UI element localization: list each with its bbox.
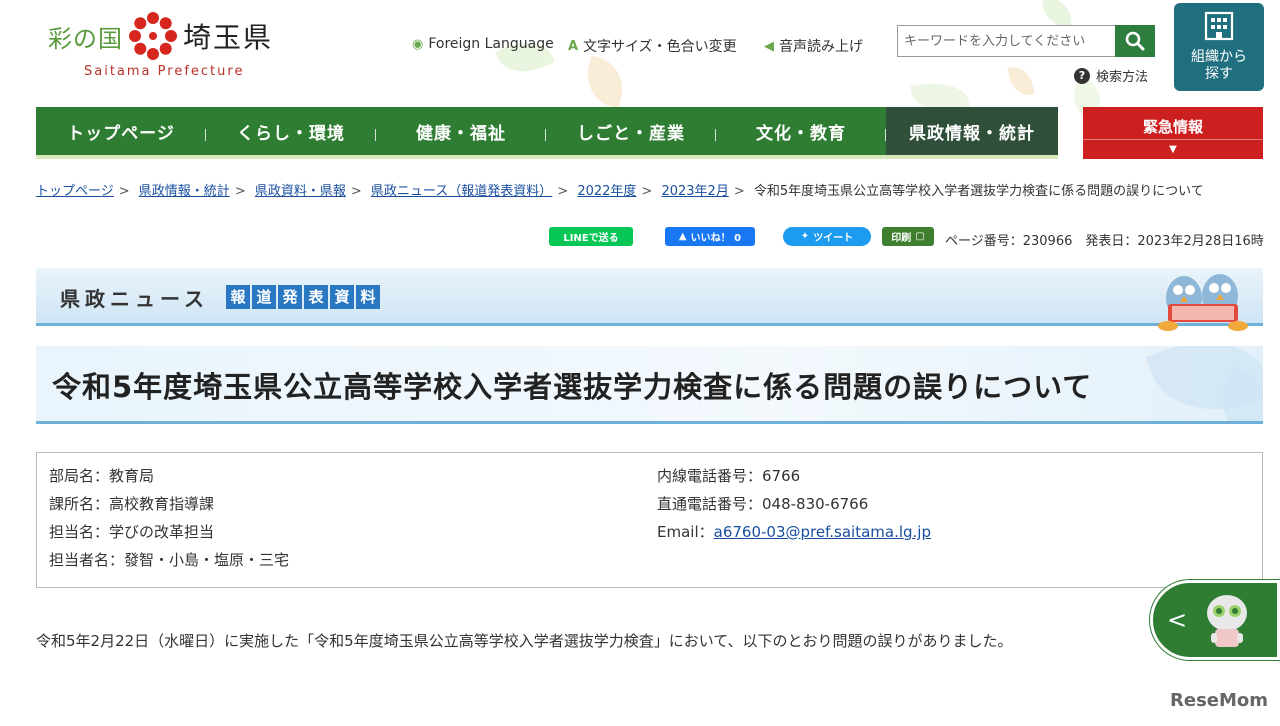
share-label: いいね！ 0 — [690, 233, 742, 244]
urgent-info-button[interactable]: 緊急情報 ▼ — [1083, 107, 1263, 159]
contact-info-box: 部局名：教育局 課所名：高校教育指導課 担当名：学びの改革担当 担当者名：發智・… — [36, 452, 1263, 588]
breadcrumb-current: 令和5年度埼玉県公立高等学校入学者選抜学力検査に係る問題の誤りについて — [753, 184, 1204, 199]
logo-text-left: 彩の国 — [48, 24, 123, 53]
facebook-like-button[interactable]: ▲ いいね！ 0 — [665, 227, 755, 246]
breadcrumb: トップページ > 県政情報・統計 > 県政資料・県報 > 県政ニュース（報道発表資料）… — [36, 184, 1204, 199]
speaker-icon: ◀ — [764, 38, 774, 54]
share-label: 印刷 — [891, 233, 912, 244]
building-icon — [1204, 11, 1234, 41]
bureau: 部局名：教育局 — [49, 467, 155, 485]
util-label: 音声読み上げ — [779, 39, 863, 55]
side-menu-tab[interactable]: < — [1150, 580, 1280, 660]
banner-tag: 料 — [356, 285, 380, 309]
mascot-illustration-icon — [1158, 274, 1248, 331]
email-label: Email： — [657, 523, 714, 541]
page-title: 令和5年度埼玉県公立高等学校入学者選抜学力検査に係る問題の誤りについて — [52, 370, 1093, 404]
line-share-button[interactable]: LINEで送る — [549, 227, 633, 246]
org-button-label-1: 組織から — [1191, 49, 1247, 65]
org-button-label-2: 探す — [1205, 66, 1233, 82]
section: 課所名：高校教育指導課 — [49, 495, 215, 513]
nav-item-health[interactable]: 健康・福祉 — [376, 107, 546, 155]
thumbs-up-icon: ▲ — [678, 231, 687, 242]
nav-item-work[interactable]: しごと・産業 — [546, 107, 716, 155]
news-banner: 県政ニュース 報 道 発 表 資 料 — [36, 268, 1263, 331]
share-label: ツイート — [813, 233, 854, 244]
font-size-color-link[interactable]: A 文字サイズ・色合い変更 — [568, 36, 737, 56]
find-by-organization-button[interactable]: 組織から 探す — [1174, 3, 1264, 91]
extension-number: 内線電話番号：6766 — [657, 467, 801, 485]
read-aloud-link[interactable]: ◀ 音声読み上げ — [764, 36, 863, 56]
staff: 担当者名：發智・小島・塩原・三宅 — [49, 551, 290, 569]
chevron-left-icon: < — [1167, 606, 1188, 634]
body-paragraph: 令和5年2月22日（水曜日）に実施した「令和5年度埼玉県公立高等学校入学者選抜学… — [36, 632, 1013, 650]
triangle-down-icon: ▼ — [1169, 144, 1177, 155]
nav-item-living[interactable]: くらし・環境 — [206, 107, 376, 155]
page-title-box: 令和5年度埼玉県公立高等学校入学者選抜学力検査に係る問題の誤りについて — [36, 346, 1263, 424]
direct-number: 直通電話番号：048-830-6766 — [657, 495, 869, 513]
banner-tag: 発 — [278, 285, 302, 309]
banner-tag: 表 — [304, 285, 328, 309]
global-nav: トップページ くらし・環境 健康・福祉 しごと・産業 文化・教育 県政情報・統計 — [36, 107, 1058, 159]
nav-item-culture[interactable]: 文化・教育 — [716, 107, 886, 155]
search-help-label: 検索方法 — [1096, 70, 1149, 85]
print-button[interactable]: 印刷 ▢ — [882, 227, 934, 246]
question-icon: ? — [1074, 67, 1090, 84]
logo-english: Saitama Prefecture — [84, 64, 245, 79]
share-label: LINEで送る — [563, 233, 619, 244]
prefecture-emblem-icon — [129, 12, 177, 60]
banner-tags: 報 道 発 表 資 料 — [226, 285, 380, 309]
email-link[interactable]: a6760-03@pref.saitama.lg.jp — [714, 523, 931, 541]
breadcrumb-link[interactable]: 2022年度 — [577, 184, 636, 199]
tweet-button[interactable]: ✦ ツイート — [783, 227, 871, 246]
banner-tag: 道 — [252, 285, 276, 309]
banner-tag: 報 — [226, 285, 250, 309]
page-info: ページ番号：230966 発表日：2023年2月28日16時 — [945, 234, 1264, 249]
decor-leaf — [1007, 64, 1035, 98]
globe-icon: ◉ — [412, 36, 424, 52]
breadcrumb-link[interactable]: 2023年2月 — [661, 184, 728, 199]
nav-item-prefecture-info[interactable]: 県政情報・統計 — [886, 107, 1058, 155]
breadcrumb-link[interactable]: 県政情報・統計 — [139, 184, 230, 199]
search-icon — [1125, 31, 1145, 51]
banner-title: 県政ニュース — [60, 287, 209, 311]
breadcrumb-link[interactable]: 県政ニュース（報道発表資料） — [371, 184, 552, 199]
banner-tag: 資 — [330, 285, 354, 309]
bird-icon: ✦ — [800, 231, 810, 242]
email-row: Email：a6760-03@pref.saitama.lg.jp — [657, 521, 931, 549]
util-label: 文字サイズ・色合い変更 — [583, 39, 737, 55]
search-input[interactable] — [897, 25, 1115, 57]
search-help-link[interactable]: ? 検索方法 — [1074, 66, 1148, 85]
logo-text-right: 埼玉県 — [183, 21, 274, 54]
decor-leaf — [579, 55, 631, 109]
breadcrumb-link[interactable]: 県政資料・県報 — [255, 184, 346, 199]
watermark: ReseMom — [1170, 690, 1269, 711]
urgent-label: 緊急情報 — [1142, 117, 1203, 136]
util-label: Foreign Language — [428, 36, 554, 52]
print-icon: ▢ — [915, 231, 925, 242]
nav-item-top[interactable]: トップページ — [36, 107, 206, 155]
search-button[interactable] — [1115, 25, 1155, 57]
unit: 担当名：学びの改革担当 — [49, 523, 215, 541]
site-logo[interactable]: 彩の国 埼玉県 Saitama Prefecture — [48, 10, 298, 90]
font-size-icon: A — [568, 38, 579, 54]
foreign-language-link[interactable]: ◉ Foreign Language — [412, 36, 554, 52]
mascot-character-icon — [1207, 595, 1247, 647]
breadcrumb-link[interactable]: トップページ — [36, 184, 114, 199]
